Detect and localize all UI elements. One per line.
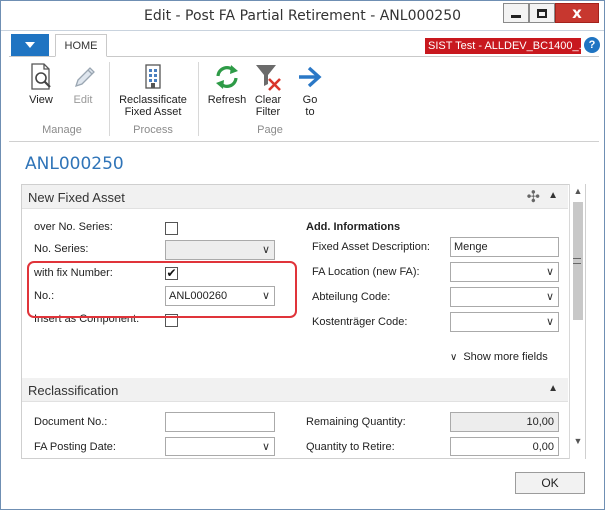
refresh-button[interactable]: Refresh xyxy=(205,62,249,106)
go-to-label-2: to xyxy=(305,106,315,118)
quantity-to-retire-label: Quantity to Retire: xyxy=(306,441,395,453)
edit-icon xyxy=(74,67,95,88)
remaining-quantity-value: 10,00 xyxy=(526,416,554,428)
go-to-button[interactable]: Go to xyxy=(293,62,327,118)
ribbon-tab-row: HOME SIST Test - ALLDEV_BC1400_... ? xyxy=(9,33,600,57)
chevron-down-icon: ∨ xyxy=(545,291,554,303)
refresh-icon xyxy=(216,65,238,89)
scroll-down-icon[interactable]: ▼ xyxy=(570,436,586,450)
ribbon: View Edit Manage Reclassificate Fixed As… xyxy=(9,58,599,142)
group-label-page: Page xyxy=(257,124,283,136)
reclassificate-fixed-asset-button[interactable]: Reclassificate Fixed Asset xyxy=(115,62,191,118)
fa-description-value: Menge xyxy=(454,241,488,253)
clear-filter-label-2: Filter xyxy=(255,106,281,118)
ribbon-separator xyxy=(109,62,110,136)
go-to-icon xyxy=(299,66,322,88)
no-series-label: No. Series: xyxy=(34,243,89,255)
fa-location-label: FA Location (new FA): xyxy=(312,266,420,278)
chevron-down-icon: ∨ xyxy=(450,352,458,363)
show-more-label: Show more fields xyxy=(463,351,548,363)
highlight-box xyxy=(27,261,297,318)
page-title: ANL000250 xyxy=(25,154,124,174)
scroll-up-icon[interactable]: ▲ xyxy=(570,186,586,200)
go-to-label-1: Go xyxy=(302,94,318,106)
over-no-series-checkbox[interactable] xyxy=(165,222,178,235)
view-icon xyxy=(31,63,51,90)
title-bar: Edit - Post FA Partial Retirement - ANL0… xyxy=(1,1,604,31)
chevron-down-icon: ∨ xyxy=(545,266,554,278)
clear-filter-button[interactable]: Clear Filter xyxy=(251,62,285,118)
chevron-down-icon: ∨ xyxy=(261,441,270,453)
over-no-series-label: over No. Series: xyxy=(34,221,113,233)
abteilung-code-label: Abteilung Code: xyxy=(312,291,391,303)
reclassificate-label-1: Reclassificate xyxy=(119,94,187,106)
remaining-quantity-label: Remaining Quantity: xyxy=(306,416,406,428)
no-series-field[interactable]: ∨ xyxy=(165,240,275,260)
kostentraeger-code-field[interactable]: ∨ xyxy=(450,312,559,332)
company-badge: SIST Test - ALLDEV_BC1400_... xyxy=(425,38,581,54)
fasttab-reclassification[interactable]: Reclassification ▲ xyxy=(22,378,568,402)
reclassificate-label-2: Fixed Asset xyxy=(124,106,182,118)
minimize-icon xyxy=(511,14,521,18)
fa-posting-date-field[interactable]: ∨ xyxy=(165,437,275,456)
clear-filter-label-1: Clear xyxy=(254,94,282,106)
edit-label: Edit xyxy=(73,94,93,106)
chevron-down-icon xyxy=(25,42,35,48)
fasttab-new-fixed-asset[interactable]: New Fixed Asset ✣ ▲ xyxy=(22,185,568,209)
fa-description-label: Fixed Asset Description: xyxy=(312,241,430,253)
ok-button[interactable]: OK xyxy=(515,472,585,494)
chevron-down-icon: ∨ xyxy=(545,316,554,328)
view-label: View xyxy=(29,94,53,106)
refresh-label: Refresh xyxy=(207,94,247,106)
group-label-process: Process xyxy=(133,124,173,136)
dialog-window: Edit - Post FA Partial Retirement - ANL0… xyxy=(0,0,605,510)
fasttab-title: Reclassification xyxy=(28,383,119,398)
gear-icon[interactable]: ✣ xyxy=(527,187,540,207)
abteilung-code-field[interactable]: ∨ xyxy=(450,287,559,307)
close-icon: x xyxy=(572,3,582,22)
fa-posting-date-label: FA Posting Date: xyxy=(34,441,116,453)
reclassificate-icon xyxy=(145,64,161,89)
show-more-fields-link[interactable]: ∨ Show more fields xyxy=(450,351,548,363)
fa-location-field[interactable]: ∨ xyxy=(450,262,559,282)
kostentraeger-code-label: Kostenträger Code: xyxy=(312,316,408,328)
fasttab-title: New Fixed Asset xyxy=(28,190,125,205)
clear-filter-icon xyxy=(256,65,281,91)
remaining-quantity-field: 10,00 xyxy=(450,412,559,432)
chevron-up-icon[interactable]: ▲ xyxy=(548,383,558,394)
ribbon-separator xyxy=(198,62,199,136)
maximize-icon xyxy=(537,8,547,18)
vertical-scrollbar[interactable]: ▲ ▼ xyxy=(569,184,585,459)
document-no-label: Document No.: xyxy=(34,416,108,428)
chevron-up-icon[interactable]: ▲ xyxy=(548,190,558,201)
help-icon[interactable]: ? xyxy=(584,37,600,53)
quantity-to-retire-value: 0,00 xyxy=(532,441,554,453)
close-button[interactable]: x xyxy=(555,3,599,23)
add-informations-header: Add. Informations xyxy=(306,221,401,233)
scroll-grip xyxy=(573,258,581,264)
fa-description-field[interactable]: Menge xyxy=(450,237,559,257)
group-label-manage: Manage xyxy=(42,124,82,136)
tab-home[interactable]: HOME xyxy=(55,34,107,57)
chevron-down-icon: ∨ xyxy=(261,244,270,256)
minimize-button[interactable] xyxy=(503,3,529,23)
document-no-field[interactable] xyxy=(165,412,275,432)
edit-button[interactable]: Edit xyxy=(65,62,101,106)
application-menu-button[interactable] xyxy=(11,34,49,56)
quantity-to-retire-field[interactable]: 0,00 xyxy=(450,437,559,456)
view-button[interactable]: View xyxy=(23,62,59,106)
maximize-button[interactable] xyxy=(529,3,555,23)
